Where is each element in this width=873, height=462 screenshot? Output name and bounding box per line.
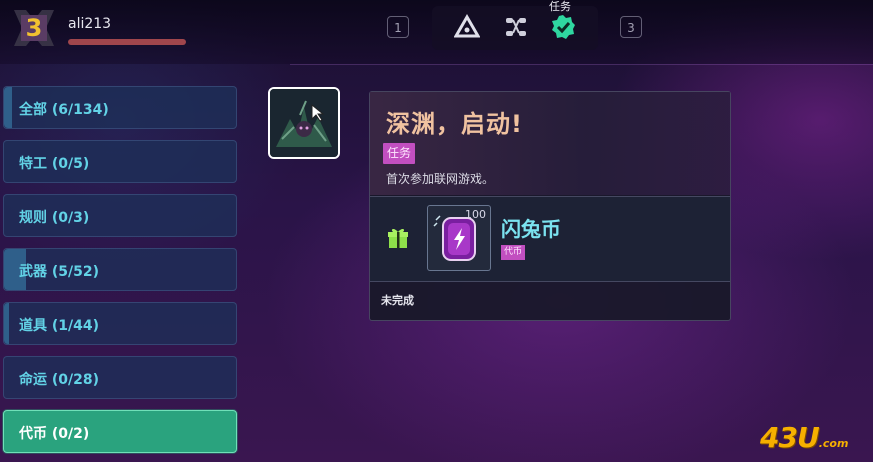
level-number: 3	[25, 14, 43, 42]
achievement-thumbnail[interactable]	[268, 87, 340, 159]
username: ali213	[68, 16, 112, 32]
category-marker	[4, 87, 12, 128]
category-label: 规则 (0/3)	[19, 210, 90, 226]
category-label: 武器 (5/52)	[19, 264, 100, 280]
category-label: 道具 (1/44)	[19, 318, 100, 334]
category-all[interactable]: 全部 (6/134)	[3, 86, 237, 129]
category-items[interactable]: 道具 (1/44)	[3, 302, 237, 345]
watermark-suffix: .com	[818, 437, 849, 450]
reward-type-tag: 代币	[501, 245, 526, 260]
check-badge-icon[interactable]	[550, 14, 576, 40]
abyss-creature-icon	[270, 89, 338, 157]
category-rules[interactable]: 规则 (0/3)	[3, 194, 237, 237]
divider	[290, 64, 873, 65]
category-agents[interactable]: 特工 (0/5)	[3, 140, 237, 183]
prev-tab-key[interactable]: 1	[387, 16, 409, 38]
xp-bar	[68, 39, 186, 45]
category-label: 全部 (6/134)	[19, 102, 109, 118]
level-badge: 3	[12, 8, 56, 48]
category-fate[interactable]: 命运 (0/28)	[3, 356, 237, 399]
achievement-title: 深渊，启动!	[386, 110, 523, 138]
reward-name: 闪兔币	[501, 217, 561, 241]
active-tab-label: 任务	[549, 0, 571, 13]
achievement-description: 首次参加联网游戏。	[386, 172, 495, 186]
category-marker	[4, 303, 9, 344]
category-label: 代币 (0/2)	[19, 426, 90, 442]
achievement-detail-card: 深渊，启动! 任务 首次参加联网游戏。 100 闪兔币 代币 未完成	[369, 91, 731, 321]
category-tokens[interactable]: 代币 (0/2)	[3, 410, 237, 453]
completion-status: 未完成	[381, 294, 414, 307]
category-label: 特工 (0/5)	[19, 156, 90, 172]
category-label: 命运 (0/28)	[19, 372, 100, 388]
nodes-icon[interactable]	[503, 14, 529, 40]
reward-count: 100	[465, 208, 486, 221]
watermark-main: 43U	[760, 421, 820, 454]
reward-item[interactable]: 100	[427, 205, 491, 271]
watermark-logo: 43U.com	[760, 421, 870, 457]
next-tab-key[interactable]: 3	[620, 16, 642, 38]
achievement-type-tag: 任务	[383, 143, 416, 164]
reward-row: 100 闪兔币 代币	[370, 196, 730, 282]
category-weapons[interactable]: 武器 (5/52)	[3, 248, 237, 291]
gift-icon	[388, 228, 408, 248]
triangle-eye-icon[interactable]	[454, 14, 480, 40]
